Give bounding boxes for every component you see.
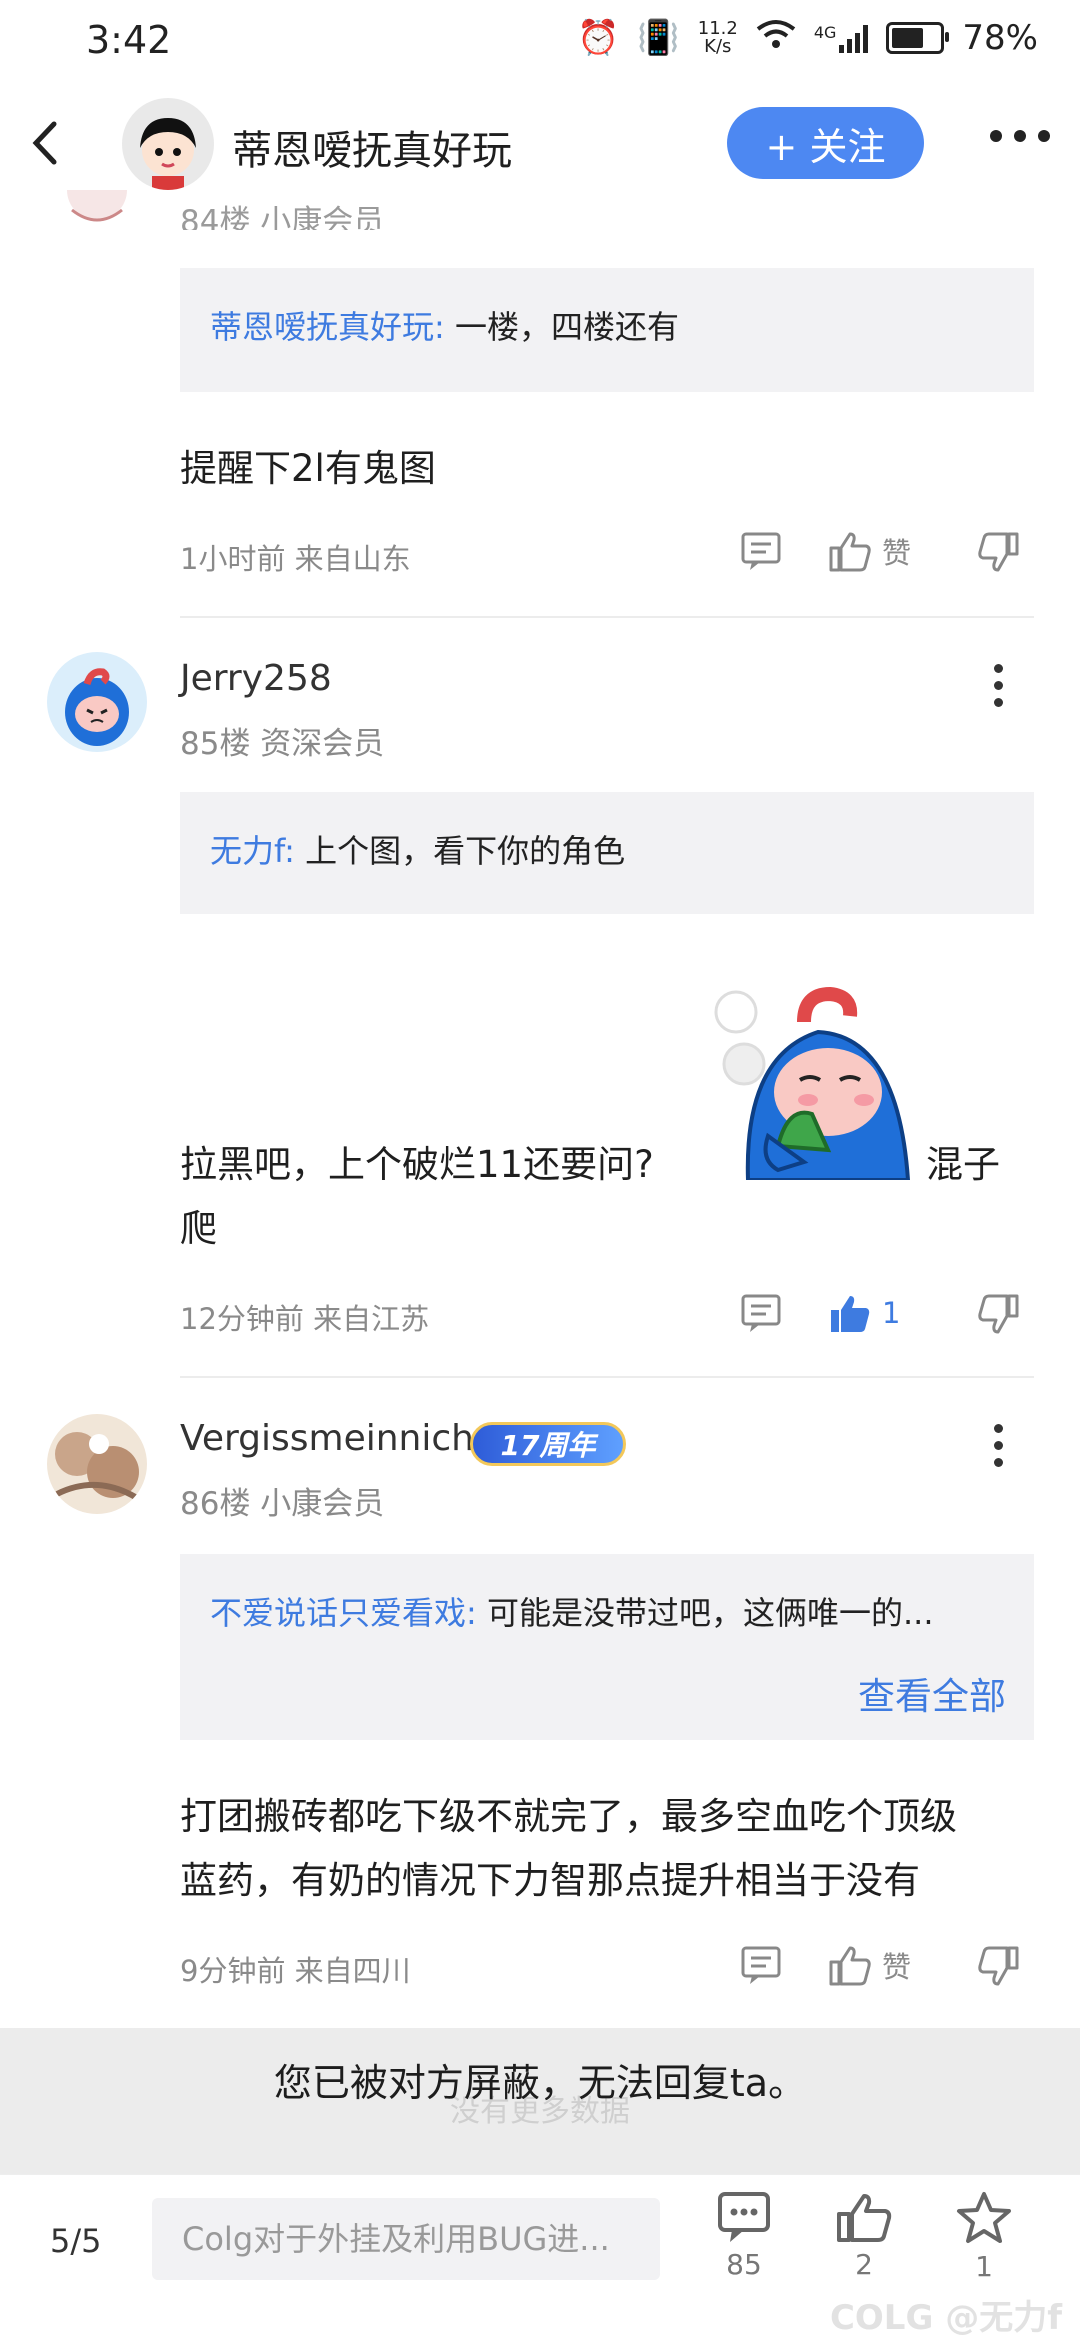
post85-content-after-sticker: 混子 <box>926 1143 1000 1186</box>
post84-content: 提醒下2l有鬼图 <box>180 447 436 490</box>
net-speed-unit: K/s <box>704 36 732 57</box>
post84-like-button[interactable]: 赞 <box>828 530 911 572</box>
quote-author[interactable]: 无力f: <box>210 832 295 870</box>
post86-dislike-button[interactable] <box>978 1946 1020 1988</box>
fav-count: 1 <box>975 2250 993 2283</box>
view-all-link[interactable]: 查看全部 <box>858 1666 1006 1720</box>
kebab-icon[interactable] <box>994 664 1003 707</box>
like-label: 赞 <box>882 536 912 570</box>
comments-button[interactable]: 85 <box>704 2190 784 2281</box>
back-icon[interactable] <box>28 118 62 172</box>
quote-author[interactable]: 蒂恩嗳抚真好玩: <box>210 308 445 346</box>
quote-text: 可能是没带过吧，这俩唯一的... <box>486 1594 934 1632</box>
like-label: 赞 <box>882 1950 912 1984</box>
header-title[interactable]: 蒂恩嗳抚真好玩 <box>232 118 512 176</box>
alarm-icon: ⏰ <box>577 18 620 58</box>
anniversary-badge: 17周年 <box>470 1422 626 1466</box>
like-count: 2 <box>855 2248 873 2281</box>
post85-avatar[interactable] <box>47 652 147 752</box>
thumb-up-icon <box>831 1296 870 1332</box>
thumb-down-icon <box>978 1946 1019 1986</box>
post86-quote[interactable]: 不爱说话只爱看戏: 可能是没带过吧，这俩唯一的... 查看全部 <box>180 1554 1034 1740</box>
comment-icon <box>704 2190 784 2248</box>
star-icon <box>944 2190 1024 2250</box>
post86-meta: 86楼 小康会员 <box>180 1486 385 1522</box>
battery-percent: 78% <box>962 18 1038 58</box>
post85-quote[interactable]: 无力f: 上个图，看下你的角色 <box>180 792 1034 914</box>
thumb-up-icon <box>829 1946 871 1986</box>
toast-message: 您已被对方屏蔽，无法回复ta。 <box>273 2061 807 2105</box>
post86-like-button[interactable]: 赞 <box>828 1944 911 1986</box>
page-indicator[interactable]: 5/5 <box>50 2222 102 2260</box>
post84-meta: 84楼 小康会员 <box>180 204 385 230</box>
comment-icon <box>741 1946 781 1984</box>
post86-content-line1: 打团搬砖都吃下级不就完了，最多空血吃个顶级 <box>180 1795 957 1838</box>
net-speed: 11.2 K/s <box>698 20 738 56</box>
thumb-down-icon <box>978 1294 1019 1334</box>
quote-author[interactable]: 不爱说话只爱看戏: <box>210 1594 477 1632</box>
status-time: 3:42 <box>86 18 172 62</box>
thumb-down-icon <box>978 532 1019 572</box>
post84-quote[interactable]: 蒂恩嗳抚真好玩: 一楼，四楼还有 <box>180 268 1034 392</box>
like-count: 1 <box>882 1296 901 1330</box>
watermark: COLG @无力f <box>829 2298 1062 2338</box>
post84-avatar[interactable] <box>62 190 132 230</box>
post85-content-line1: 拉黑吧，上个破烂11还要问? <box>180 1143 654 1186</box>
quote-text: 一楼，四楼还有 <box>454 308 679 346</box>
divider <box>180 1376 1034 1378</box>
post85-reply-button[interactable] <box>740 1292 782 1334</box>
comment-count: 85 <box>726 2248 762 2281</box>
post85-time: 12分钟前 来自江苏 <box>180 1302 430 1336</box>
sticker-image[interactable] <box>708 976 918 1182</box>
status-icons: ⏰ 📳 11.2 K/s 4G 78% <box>577 18 1038 58</box>
comment-icon <box>741 532 781 570</box>
post85-content-line2: 爬 <box>180 1207 217 1250</box>
post86-content-line2: 蓝药，有奶的情况下力智那点提升相当于没有 <box>180 1859 920 1902</box>
reply-input[interactable]: Colg对于外挂及利用BUG进... <box>152 2198 660 2280</box>
post84-reply-button[interactable] <box>740 530 782 572</box>
battery-fill <box>892 28 924 48</box>
signal-icon: 4G <box>814 23 869 53</box>
thumb-up-icon <box>829 532 871 572</box>
divider <box>180 616 1034 618</box>
post86-username[interactable]: Vergissmeinnich <box>180 1418 474 1459</box>
more-icon[interactable] <box>990 130 1050 142</box>
favorite-button[interactable]: 1 <box>944 2190 1024 2283</box>
network-type: 4G <box>813 23 837 42</box>
quote-text: 上个图，看下你的角色 <box>305 832 626 870</box>
like-post-button[interactable]: 2 <box>824 2190 904 2281</box>
wifi-icon <box>756 18 796 58</box>
post85-dislike-button[interactable] <box>978 1294 1020 1336</box>
header-avatar[interactable] <box>122 98 214 190</box>
kebab-icon[interactable] <box>994 1424 1003 1467</box>
post85-like-button[interactable]: 1 <box>828 1292 900 1334</box>
post86-reply-button[interactable] <box>740 1944 782 1986</box>
post84-time: 1小时前 来自山东 <box>180 542 411 576</box>
post86-avatar[interactable] <box>47 1414 147 1514</box>
post84-dislike-button[interactable] <box>978 532 1020 574</box>
post86-time: 9分钟前 来自四川 <box>180 1954 411 1988</box>
comment-icon <box>741 1294 781 1332</box>
thumb-up-icon <box>824 2190 904 2248</box>
post85-username[interactable]: Jerry258 <box>180 658 332 699</box>
follow-button[interactable]: + 关注 <box>727 107 924 179</box>
battery-icon <box>886 22 950 54</box>
post85-meta: 85楼 资深会员 <box>180 726 385 762</box>
vibrate-icon: 📳 <box>637 18 680 58</box>
